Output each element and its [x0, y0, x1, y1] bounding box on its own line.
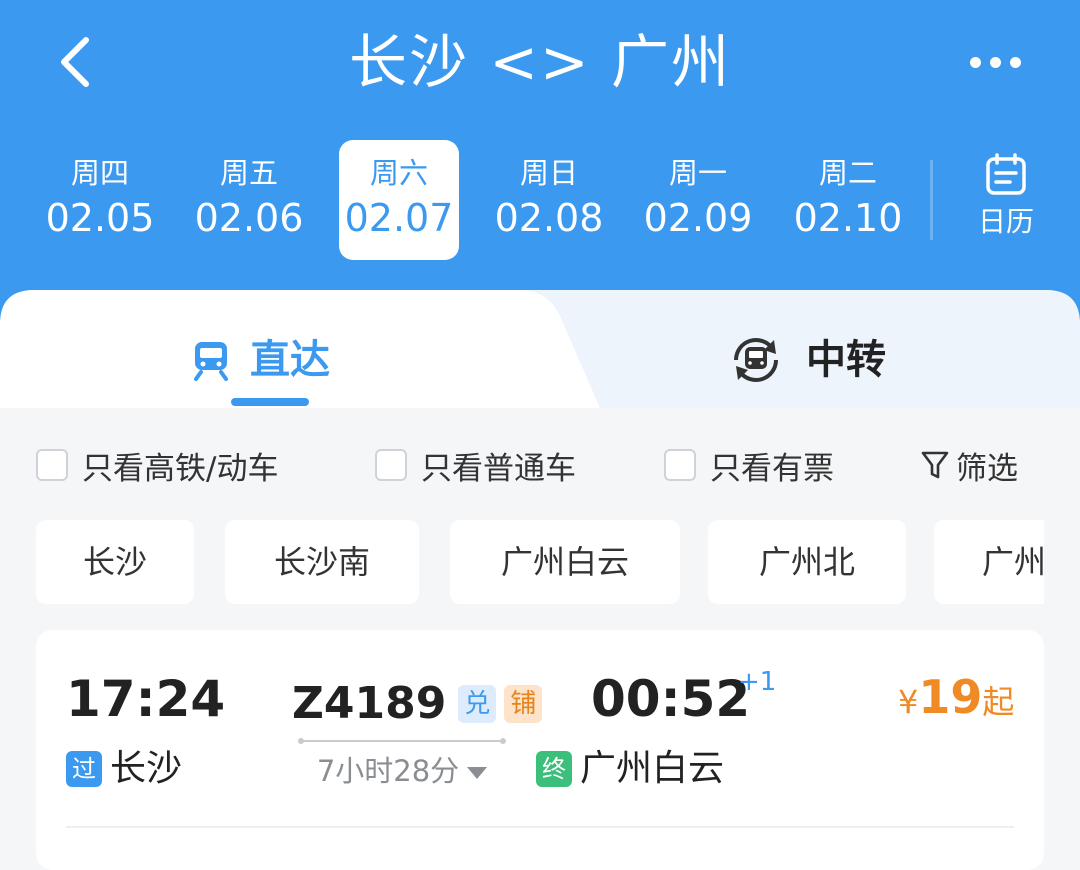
- train-number: Z4189 兑 铺: [292, 674, 543, 734]
- station-chip[interactable]: 广州: [934, 520, 1044, 604]
- tab-bar: 直达 中转: [0, 290, 1080, 408]
- filter-available[interactable]: 只看有票: [664, 440, 834, 490]
- date-strip: 周四 02.05 周五 02.06 周六 02.07 周日 02.08 周一 0…: [0, 140, 930, 264]
- berth-badge: 铺: [504, 685, 543, 723]
- filter-label: 只看普通车: [421, 450, 576, 487]
- filter-button[interactable]: 筛选: [920, 440, 1018, 490]
- date-item-0210[interactable]: 周二 02.10: [788, 140, 908, 260]
- duration-line: [298, 738, 506, 744]
- tab-direct[interactable]: 直达: [190, 330, 330, 390]
- more-dot: [989, 56, 1001, 68]
- filter-button-label: 筛选: [956, 450, 1018, 487]
- results-panel: 直达 中转 只看高铁/动车 只看普通车 只看有票 筛选 长沙 长沙南 广州白云 …: [0, 290, 1080, 870]
- date-value: 02.05: [45, 196, 155, 240]
- tab-transfer[interactable]: 中转: [728, 330, 886, 390]
- date-item-0207-selected[interactable]: 周六 02.07: [339, 140, 459, 260]
- train-number-text: Z4189: [292, 678, 447, 729]
- calendar-label: 日历: [977, 205, 1034, 238]
- price-suffix: 起: [982, 683, 1015, 721]
- duration[interactable]: 7小时28分: [300, 748, 504, 794]
- exchange-badge: 兑: [458, 685, 497, 723]
- date-weekday: 周二: [818, 156, 877, 190]
- filter-label: 只看高铁/动车: [82, 450, 279, 487]
- date-item-0206[interactable]: 周五 02.06: [189, 140, 309, 260]
- date-item-0205[interactable]: 周四 02.05: [40, 140, 160, 260]
- checkbox[interactable]: [664, 449, 696, 481]
- pass-tag: 过: [66, 751, 102, 787]
- checkbox[interactable]: [36, 449, 68, 481]
- tab-background: [0, 290, 1080, 408]
- tab-transfer-label: 中转: [806, 337, 886, 383]
- funnel-icon: [921, 451, 949, 479]
- caret-down-icon: [467, 767, 488, 779]
- train-card[interactable]: 17:24 过 长沙 Z4189 兑 铺 7小时28分 00:52 +1 终 广…: [36, 630, 1044, 870]
- back-button[interactable]: [48, 30, 108, 94]
- arrival-station: 终 广州白云: [536, 744, 724, 794]
- duration-text: 7小时28分: [316, 754, 460, 788]
- station-chip-row: 长沙 长沙南 广州白云 广州北 广州: [36, 520, 1044, 604]
- chevron-left-icon: [61, 37, 89, 87]
- checkbox[interactable]: [375, 449, 407, 481]
- date-value: 02.10: [793, 196, 903, 240]
- more-dot: [1009, 56, 1021, 68]
- filter-row: 只看高铁/动车 只看普通车 只看有票: [0, 440, 1080, 490]
- price: ¥19起: [898, 670, 1014, 732]
- station-chip[interactable]: 广州白云: [450, 520, 680, 604]
- date-weekday: 周六: [369, 156, 428, 190]
- date-weekday: 周五: [219, 156, 278, 190]
- departure-time: 17:24: [66, 670, 226, 728]
- departure-station: 过 长沙: [66, 744, 182, 794]
- tab-active-indicator: [231, 398, 309, 406]
- station-chip[interactable]: 广州北: [708, 520, 906, 604]
- date-value: 02.08: [494, 196, 604, 240]
- terminal-tag: 终: [536, 751, 572, 787]
- departure-station-name: 长沙: [110, 748, 183, 789]
- price-currency: ¥: [898, 683, 919, 721]
- transfer-train-icon: [734, 338, 778, 382]
- train-icon: [194, 342, 228, 381]
- date-value: 02.06: [194, 196, 304, 240]
- filter-high-speed[interactable]: 只看高铁/动车: [36, 440, 278, 490]
- date-weekday: 周日: [519, 156, 578, 190]
- more-dot: [969, 56, 981, 68]
- filter-label: 只看有票: [710, 450, 834, 487]
- date-item-0209[interactable]: 周一 02.09: [638, 140, 758, 260]
- arrival-time: 00:52: [591, 670, 751, 728]
- arrival-day-offset: +1: [738, 667, 777, 697]
- card-divider: [66, 826, 1014, 828]
- station-chip[interactable]: 长沙南: [225, 520, 419, 604]
- price-amount: 19: [918, 670, 983, 724]
- date-value: 02.09: [643, 196, 753, 240]
- date-divider: [930, 160, 933, 240]
- date-item-0208[interactable]: 周日 02.08: [489, 140, 609, 260]
- page-title: 长沙 <> 广州: [348, 28, 732, 96]
- arrival-station-name: 广州白云: [580, 748, 725, 789]
- date-weekday: 周四: [70, 156, 129, 190]
- tab-direct-label: 直达: [250, 337, 330, 383]
- filter-normal[interactable]: 只看普通车: [375, 440, 576, 490]
- calendar-button[interactable]: 日历: [960, 152, 1052, 252]
- header: 长沙 <> 广州 周四 02.05 周五 02.06 周六 02.07 周日 0…: [0, 0, 1080, 330]
- station-chip[interactable]: 长沙: [36, 520, 194, 604]
- more-button[interactable]: [955, 40, 1035, 84]
- date-weekday: 周一: [668, 156, 727, 190]
- date-value: 02.07: [344, 196, 454, 240]
- calendar-icon: [986, 153, 1026, 195]
